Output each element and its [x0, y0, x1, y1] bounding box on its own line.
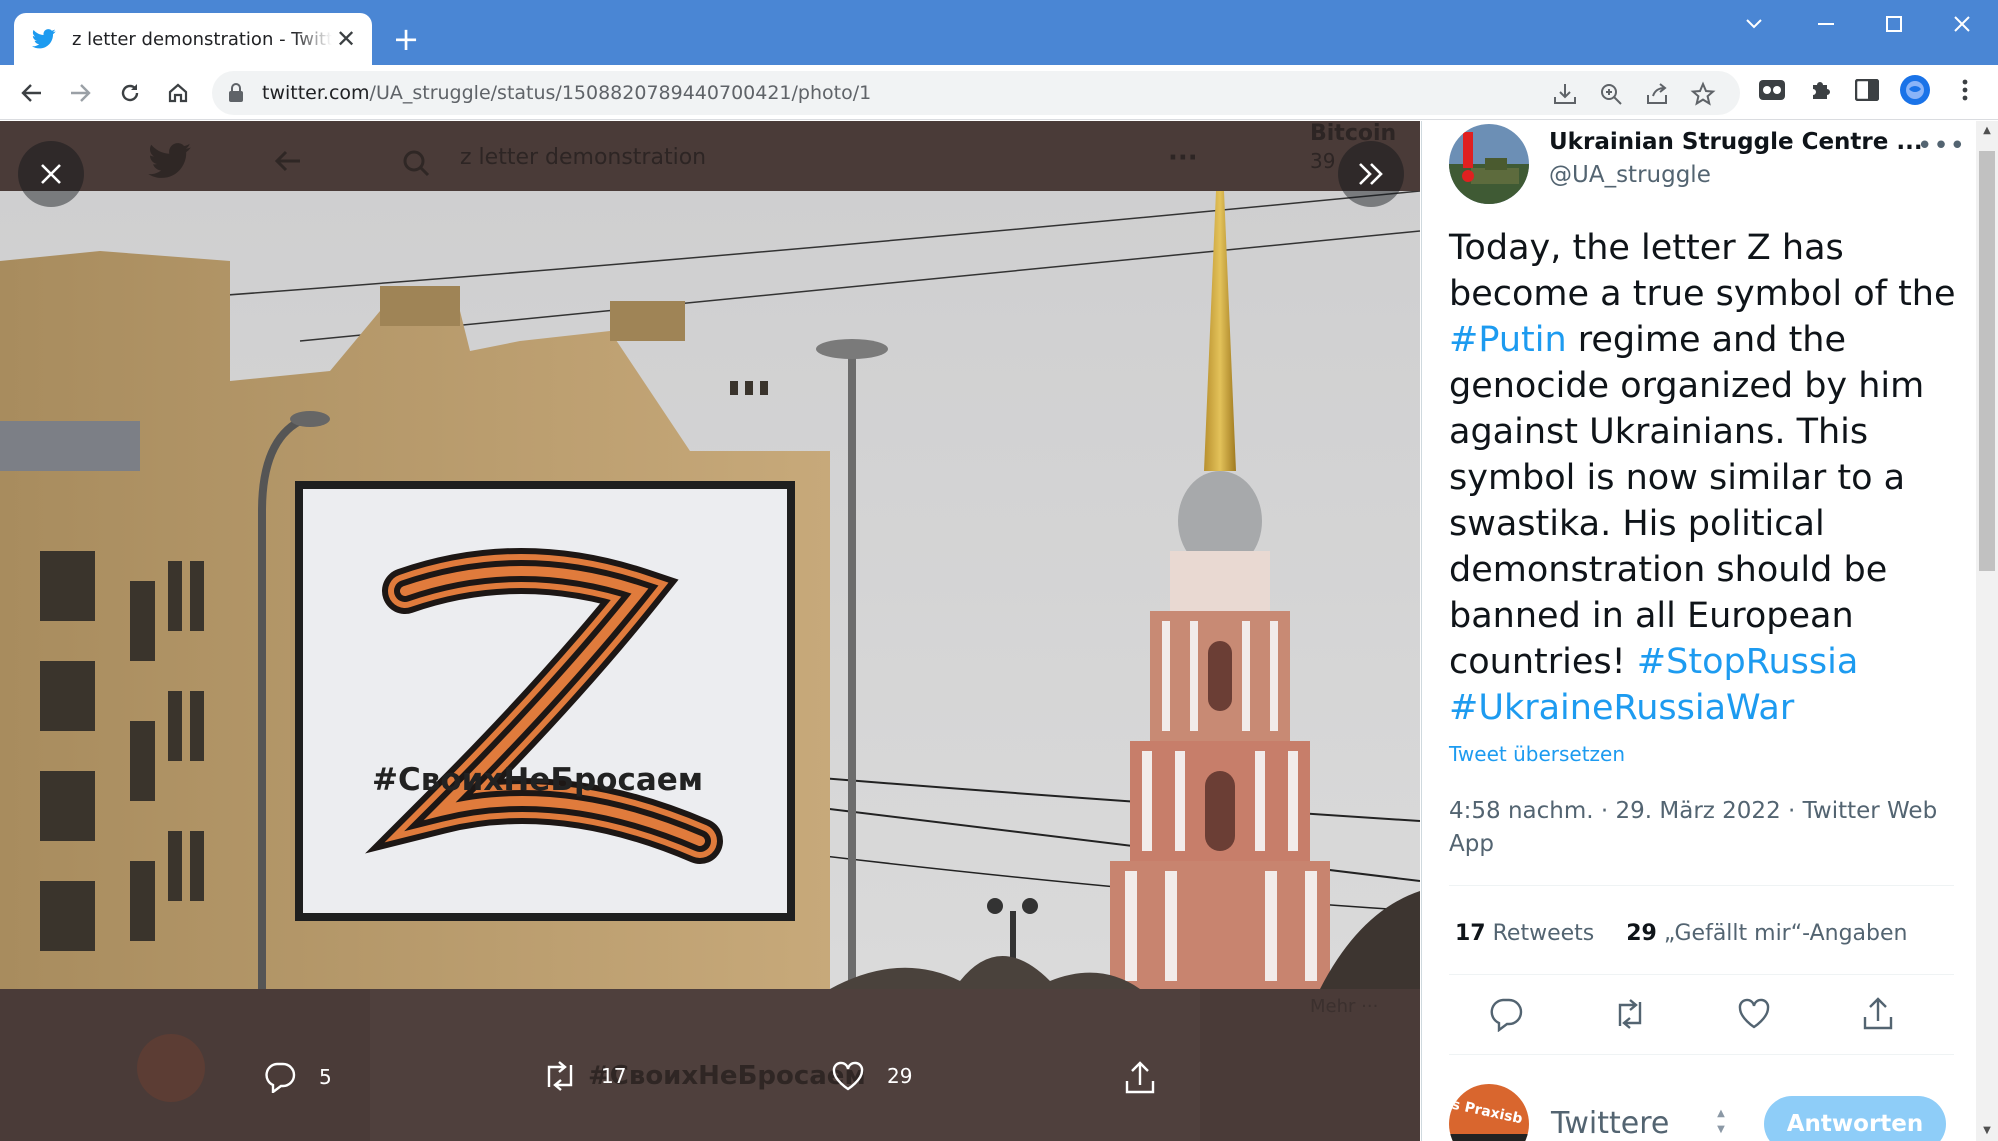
page-scrollbar[interactable]: ▲ ▼ — [1976, 121, 1998, 1141]
tweet-timestamp[interactable]: 4:58 nachm. · 29. März 2022 · Twitter We… — [1449, 795, 1954, 861]
media-share-button[interactable] — [1123, 1061, 1157, 1095]
background-avatar — [137, 1034, 205, 1102]
reply-submit-button[interactable]: Antworten — [1764, 1096, 1946, 1141]
new-tab-button[interactable]: + — [390, 23, 422, 56]
divider — [1449, 1054, 1954, 1055]
retweet-count: 17 — [601, 1064, 627, 1088]
lock-icon[interactable] — [228, 83, 244, 103]
hashtag-stoprussia[interactable]: #StopRussia — [1637, 642, 1858, 682]
reply-count: 5 — [319, 1065, 332, 1089]
reply-icon[interactable] — [1488, 996, 1524, 1032]
heart-icon — [832, 1061, 864, 1091]
share-icon[interactable] — [1644, 81, 1670, 107]
expand-sidebar-button[interactable] — [1338, 141, 1404, 207]
tab-close-icon[interactable]: ✕ — [332, 25, 360, 53]
background-search-icon — [403, 150, 430, 177]
reload-icon[interactable] — [112, 75, 148, 111]
window-close-icon[interactable] — [1934, 10, 1990, 38]
url-text: twitter.com/UA_struggle/status/150882078… — [262, 82, 872, 104]
likes-stat[interactable]: 29 „Gefällt mir“-Angaben — [1626, 921, 1907, 946]
forward-icon[interactable] — [62, 75, 98, 111]
bookmark-star-icon[interactable] — [1690, 81, 1716, 107]
tweet-more-icon[interactable]: ••• — [1917, 131, 1966, 161]
background-more-icon: ··· — [1168, 143, 1198, 173]
twitter-page: z letter demonstration ··· Bitcoin 39 #С… — [0, 121, 1998, 1141]
hashtag-ukrainerussiawar[interactable]: #UkraineRussiaWar — [1449, 688, 1794, 728]
maximize-icon[interactable] — [1866, 10, 1922, 38]
zoom-icon[interactable] — [1598, 81, 1624, 107]
retweet-icon — [547, 1061, 573, 1091]
scroll-down-icon[interactable]: ▼ — [1980, 1125, 1994, 1136]
browser-tab[interactable]: z letter demonstration - Twitter S ✕ — [14, 13, 372, 65]
reply-input[interactable]: Twittere — [1551, 1106, 1669, 1141]
double-chevron-right-icon — [1359, 163, 1383, 185]
profile-avatar-icon[interactable] — [1900, 75, 1930, 105]
background-trend-title: Bitcoin — [1310, 121, 1397, 146]
divider — [1449, 885, 1954, 886]
author-name[interactable]: Ukrainian Struggle Centre ... — [1549, 129, 1923, 155]
address-bar[interactable]: twitter.com/UA_struggle/status/150882078… — [212, 71, 1740, 115]
close-media-button[interactable] — [18, 141, 84, 207]
glasses-extension-icon[interactable] — [1757, 75, 1787, 105]
extensions-puzzle-icon[interactable] — [1806, 75, 1836, 105]
background-bird-icon — [148, 143, 191, 178]
reply-avatar[interactable]: s Praxisb — [1449, 1084, 1529, 1141]
media-action-bar: #СвоихНеБросаем — [0, 989, 1420, 1141]
billboard-hashtag: #СвоихНеБросаем — [372, 762, 704, 798]
side-panel-icon[interactable] — [1852, 75, 1882, 105]
divider — [1449, 974, 1954, 975]
share-icon — [1125, 1061, 1155, 1094]
photo-image — [0, 191, 1420, 989]
hashtag-putin[interactable]: #Putin — [1449, 320, 1567, 360]
retweets-stat[interactable]: 17 Retweets — [1455, 921, 1594, 946]
background-billboard-text: #СвоихНеБросаем — [588, 1061, 866, 1091]
media-viewer: z letter demonstration ··· Bitcoin 39 #С… — [0, 121, 1420, 1141]
scroll-up-icon[interactable]: ▲ — [1980, 125, 1994, 136]
author-avatar[interactable] — [1449, 124, 1529, 204]
home-icon[interactable] — [160, 75, 196, 111]
background-search-text: z letter demonstration — [460, 145, 707, 170]
translate-tweet-link[interactable]: Tweet übersetzen — [1449, 742, 1625, 766]
twitter-bird-icon — [32, 29, 56, 49]
retweet-icon[interactable] — [1612, 996, 1648, 1032]
background-more-text: Mehr ··· — [1310, 996, 1379, 1017]
close-icon — [41, 164, 61, 184]
back-icon[interactable] — [14, 75, 50, 111]
reply-icon — [265, 1062, 296, 1093]
tweet-stats: 17 Retweets 29 „Gefällt mir“-Angaben — [1455, 921, 1907, 946]
background-back-icon — [274, 150, 300, 172]
background-trend-count: 39 — [1310, 149, 1336, 173]
browser-menu-icon[interactable] — [1950, 75, 1980, 105]
browser-titlebar: z letter demonstration - Twitter S ✕ + — [0, 0, 1998, 65]
reply-scroll-icon[interactable]: ▲ ▼ — [1714, 1106, 1728, 1140]
media-like-button[interactable]: 29 — [831, 1061, 912, 1091]
minimize-icon[interactable] — [1798, 10, 1854, 38]
share-icon[interactable] — [1860, 996, 1896, 1032]
scrollbar-thumb[interactable] — [1979, 151, 1995, 571]
tab-search-icon[interactable] — [1726, 10, 1782, 38]
tweet-text: Today, the letter Z has become a true sy… — [1449, 228, 1956, 728]
heart-icon[interactable] — [1736, 996, 1772, 1032]
media-retweet-button[interactable]: 17 — [541, 1061, 626, 1091]
like-count: 29 — [887, 1064, 913, 1088]
author-handle[interactable]: @UA_struggle — [1549, 162, 1711, 188]
install-app-icon[interactable] — [1552, 81, 1578, 107]
tab-title: z letter demonstration - Twitter S — [72, 28, 332, 50]
browser-toolbar: twitter.com/UA_struggle/status/150882078… — [0, 65, 1998, 120]
media-reply-button[interactable]: 5 — [263, 1061, 332, 1093]
tweet-photo[interactable]: #СвоихНеБросаем — [0, 191, 1420, 989]
tweet-sidebar: Ukrainian Struggle Centre ... @UA_strugg… — [1421, 121, 1976, 1141]
background-header: z letter demonstration ··· Bitcoin 39 — [0, 121, 1420, 191]
